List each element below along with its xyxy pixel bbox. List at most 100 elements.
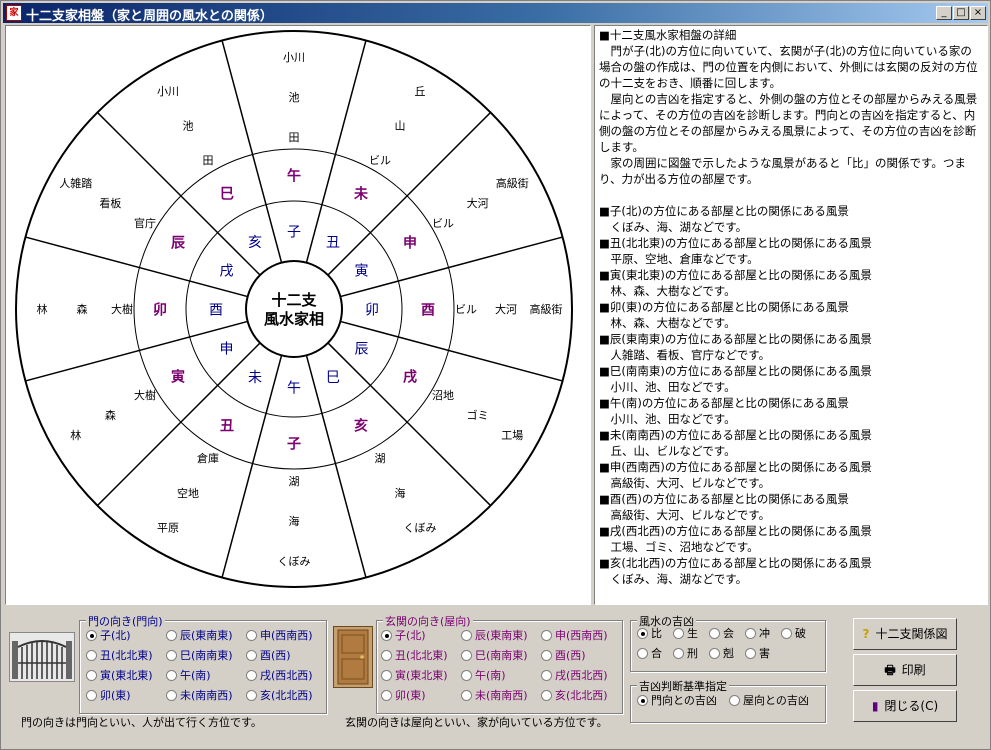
relation-chart-label: 十二支関係図 <box>875 627 948 641</box>
description-line: 高級街、大河、ビルなどです。 <box>599 476 771 490</box>
radio-dot <box>745 648 756 659</box>
entrance-radio[interactable]: 卯(東) <box>381 689 426 703</box>
door-exit-icon: ▮ <box>871 699 879 713</box>
radio-dot <box>166 670 177 681</box>
gate-radio[interactable]: 未(南南西) <box>166 689 233 703</box>
scenery-label: 森 <box>77 302 88 316</box>
radio-label: 酉(西) <box>555 649 586 662</box>
entrance-radio[interactable]: 戌(西北西) <box>541 669 608 683</box>
fengshui-radio[interactable]: 刑 <box>673 647 698 661</box>
scenery-label: 湖 <box>289 475 300 488</box>
radio-dot <box>86 690 97 701</box>
radio-label: 亥(北北西) <box>555 689 608 702</box>
entrance-radio[interactable]: 辰(東南東) <box>461 629 528 643</box>
description-line: 小川、池、田などです。 <box>599 380 736 394</box>
scenery-label: 海 <box>289 514 300 528</box>
sector-divider <box>340 236 563 298</box>
criteria-radio[interactable]: 屋向との吉凶 <box>729 694 809 708</box>
radio-dot <box>709 648 720 659</box>
gate-radio[interactable]: 申(西南西) <box>246 629 313 643</box>
scenery-label: 人雑踏 <box>59 176 92 190</box>
fengshui-radio[interactable]: 剋 <box>709 647 734 661</box>
scenery-label: 官庁 <box>134 216 156 230</box>
outer-branch-label: 申 <box>403 234 417 251</box>
inner-branch-label: 酉 <box>209 302 223 318</box>
description-line: くぼみ、海、湖などです。 <box>599 220 748 234</box>
radio-label: 申(西南西) <box>260 629 313 642</box>
description-line: ■午(南)の方位にある部屋と比の関係にある風景 <box>599 396 849 410</box>
entrance-radio[interactable]: 丑(北北東) <box>381 649 448 663</box>
fengshui-radio[interactable]: 比 <box>637 627 662 641</box>
gate-radio[interactable]: 午(南) <box>166 669 211 683</box>
criteria-radio[interactable]: 門向との吉凶 <box>637 694 717 708</box>
radio-label: 酉(西) <box>260 649 291 662</box>
radio-dot <box>381 670 392 681</box>
close-window-button[interactable]: × <box>970 6 986 20</box>
scenery-label: 沼地 <box>432 388 454 402</box>
relation-chart-button[interactable]: ? 十二支関係図 <box>853 618 957 650</box>
radio-label: 冲 <box>759 627 770 640</box>
fengshui-radio[interactable]: 冲 <box>745 627 770 641</box>
entrance-radio[interactable]: 午(南) <box>461 669 506 683</box>
outer-branch-label: 亥 <box>354 417 368 434</box>
scenery-label: 小川 <box>283 51 305 64</box>
title-bar[interactable]: 家 十二支家相盤（家と周囲の風水との関係） _ □ × <box>3 3 988 24</box>
radio-dot <box>381 650 392 661</box>
description-line: 林、森、大樹などです。 <box>599 284 736 298</box>
inner-branch-label: 子 <box>287 224 301 240</box>
door-image <box>333 626 373 688</box>
gate-radio[interactable]: 亥(北北西) <box>246 689 313 703</box>
scenery-label: 工場 <box>501 429 523 442</box>
radio-dot <box>461 630 472 641</box>
minimize-button[interactable]: _ <box>936 6 952 20</box>
gate-radio[interactable]: 寅(東北東) <box>86 669 153 683</box>
print-button[interactable]: 🖶 印刷 <box>853 654 957 686</box>
gate-radio[interactable]: 子(北) <box>86 629 131 643</box>
close-button[interactable]: ▮ 閉じる(C) <box>853 690 957 722</box>
description-panel[interactable]: ■十二支風水家相盤の詳細 門が子(北)の方位に向いていて、玄関が子(北)の方位に… <box>594 25 988 605</box>
inner-branch-label: 丑 <box>326 235 340 251</box>
entrance-radio[interactable]: 亥(北北西) <box>541 689 608 703</box>
sector-divider <box>221 355 283 578</box>
entrance-radio[interactable]: 巳(南南東) <box>461 649 528 663</box>
print-label: 印刷 <box>901 663 926 677</box>
inner-branch-label: 申 <box>219 341 233 357</box>
gate-radio[interactable]: 辰(東南東) <box>166 629 233 643</box>
description-line: くぼみ、海、湖などです。 <box>599 572 748 586</box>
radio-label: 未(南南西) <box>475 689 528 702</box>
window-title: 十二支家相盤（家と周囲の風水との関係） <box>26 9 273 24</box>
inner-branch-label: 卯 <box>365 302 379 318</box>
sector-divider <box>96 342 261 507</box>
sector-divider <box>25 236 248 298</box>
entrance-radio[interactable]: 寅(東北東) <box>381 669 448 683</box>
fengshui-radio[interactable]: 害 <box>745 647 770 661</box>
fengshui-radio[interactable]: 生 <box>673 627 698 641</box>
radio-label: 合 <box>651 647 662 660</box>
radio-dot <box>86 630 97 641</box>
entrance-radio[interactable]: 酉(西) <box>541 649 586 663</box>
entrance-radio[interactable]: 未(南南西) <box>461 689 528 703</box>
gate-radio[interactable]: 巳(南南東) <box>166 649 233 663</box>
inner-branch-label: 寅 <box>355 262 369 279</box>
gate-radio[interactable]: 酉(西) <box>246 649 291 663</box>
radio-label: 戌(西北西) <box>555 669 608 682</box>
inner-branch-label: 巳 <box>326 370 340 386</box>
scenery-label: 池 <box>289 91 300 104</box>
maximize-button[interactable]: □ <box>953 6 969 20</box>
description-line: ■酉(西)の方位にある部屋と比の関係にある風景 <box>599 492 849 506</box>
fengshui-radio[interactable]: 会 <box>709 627 734 641</box>
fengshui-radio[interactable]: 破 <box>781 627 806 641</box>
gate-direction-group: 門の向き(門向) 子(北) 辰(東南東) 申(西南西) 丑(北北東) 巳(南南東) 酉(西… <box>79 613 327 714</box>
gate-radio[interactable]: 丑(北北東) <box>86 649 153 663</box>
entrance-radio[interactable]: 申(西南西) <box>541 629 608 643</box>
radio-label: 申(西南西) <box>555 629 608 642</box>
radio-label: 巳(南南東) <box>180 649 233 662</box>
entrance-radio[interactable]: 子(北) <box>381 629 426 643</box>
gate-radio[interactable]: 卯(東) <box>86 689 131 703</box>
radio-dot <box>541 690 552 701</box>
radio-label: 生 <box>687 627 698 640</box>
fengshui-radio[interactable]: 合 <box>637 647 662 661</box>
gate-radio[interactable]: 戌(西北西) <box>246 669 313 683</box>
description-line: ■未(南南西)の方位にある部屋と比の関係にある風景 <box>599 428 872 442</box>
radio-dot <box>745 628 756 639</box>
